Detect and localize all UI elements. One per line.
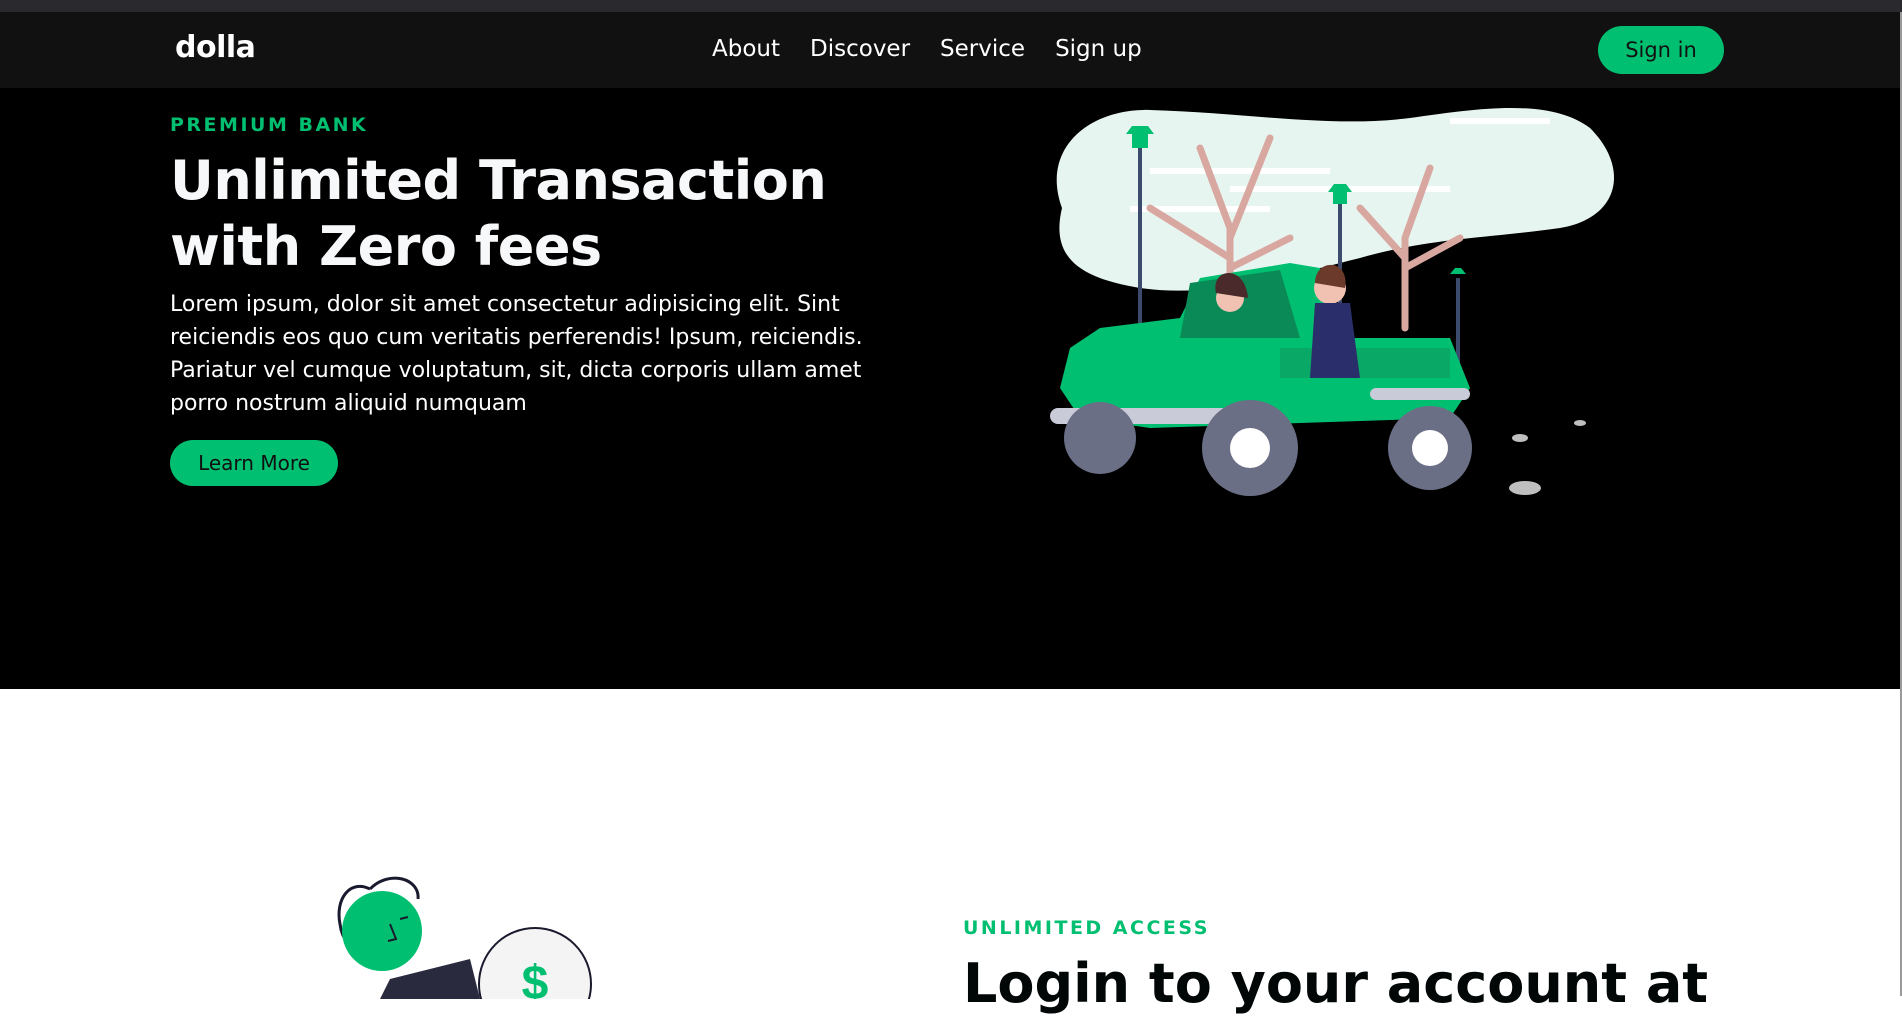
signin-button[interactable]: Sign in: [1598, 26, 1724, 74]
nav-link-about[interactable]: About: [712, 36, 780, 62]
learn-more-button[interactable]: Learn More: [170, 440, 338, 486]
nav-links: About Discover Service Sign up: [712, 36, 1172, 62]
person-with-coin-illustration: $: [337, 876, 592, 999]
hero-title: Unlimited Transaction with Zero fees: [170, 149, 827, 278]
browser-top-strip: [0, 0, 1902, 12]
nav-link-service[interactable]: Service: [940, 36, 1025, 62]
section-eyebrow: UNLIMITED ACCESS: [963, 917, 1210, 939]
info-section: $ UNLIMITED ACCESS Login to your account…: [0, 689, 1900, 1015]
navbar: dolla About Discover Service Sign up Sig…: [0, 12, 1900, 88]
nav-link-discover[interactable]: Discover: [810, 36, 910, 62]
hero-section: PREMIUM BANK Unlimited Transaction with …: [0, 88, 1900, 689]
hero-eyebrow: PREMIUM BANK: [170, 114, 369, 136]
hero-description: Lorem ipsum, dolor sit amet consectetur …: [170, 292, 863, 416]
car-with-people-illustration: [1050, 108, 1614, 496]
nav-link-signup[interactable]: Sign up: [1055, 36, 1142, 62]
logo[interactable]: dolla: [175, 30, 256, 65]
section-title: Login to your account at: [963, 952, 1709, 1015]
dollar-icon: $: [522, 957, 549, 999]
